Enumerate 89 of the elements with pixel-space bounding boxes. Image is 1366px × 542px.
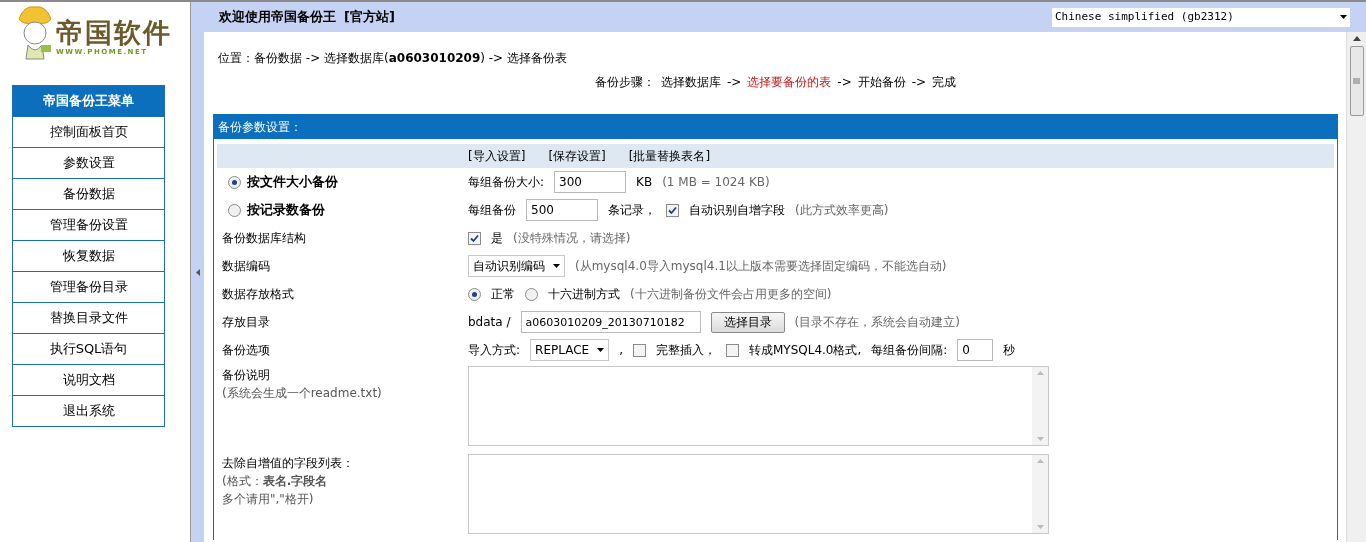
toolbar-link[interactable]: [批量替换表名] — [628, 147, 711, 165]
caret-icon — [553, 264, 560, 268]
field-label: 完整插入， — [655, 342, 716, 359]
step-item: 完成 — [932, 74, 957, 91]
field-label: 数据编码 — [222, 258, 271, 275]
field-hint: (系统会生成一个readme.txt) — [222, 385, 383, 402]
field-label: 每组备份 — [468, 202, 516, 219]
field-label: 是 — [491, 230, 503, 247]
radio-button[interactable] — [468, 287, 481, 301]
page-title: 欢迎使用帝国备份王 — [219, 8, 336, 27]
menu-item[interactable]: 控制面板首页 — [13, 116, 164, 147]
radio-button[interactable] — [525, 287, 538, 301]
checkbox[interactable] — [632, 343, 646, 357]
option-label: 按记录数备份 — [247, 201, 325, 220]
field-label: 存放目录 — [222, 314, 271, 331]
menu-title: 帝国备份王菜单 — [13, 86, 164, 116]
dropdown[interactable]: 自动识别编码 — [468, 255, 565, 277]
scrollbar[interactable] — [1032, 367, 1048, 445]
scroll-down-icon[interactable] — [1036, 437, 1044, 441]
page-scrollbar[interactable] — [1346, 32, 1366, 542]
field-label: 每组备份大小: — [468, 174, 545, 191]
toolbar-link[interactable]: [保存设置] — [548, 147, 606, 165]
checkbox[interactable] — [666, 203, 679, 217]
field-label: 条记录， — [608, 202, 656, 219]
menu-item[interactable]: 替换目录文件 — [13, 302, 164, 333]
option-label: 按文件大小备份 — [247, 173, 338, 192]
field-label: 导入方式: — [468, 342, 521, 359]
menu-item[interactable]: 退出系统 — [13, 395, 164, 426]
field-label: 转成MYSQL4.0格式, — [748, 342, 862, 359]
toolbar-link[interactable]: [导入设置] — [468, 147, 526, 165]
logo-title: 帝国软件 — [56, 18, 172, 48]
hint-text: (此方式效率更高) — [795, 202, 889, 219]
step-item: 选择要备份的表 — [747, 74, 832, 91]
field-label: 自动识别自增字段 — [689, 202, 785, 219]
steps-label: 备份步骤： — [594, 74, 655, 91]
choose-folder-button[interactable]: 选择目录 — [710, 311, 785, 333]
menu-item[interactable]: 执行SQL语句 — [13, 333, 164, 364]
dropdown[interactable]: REPLACE — [530, 339, 610, 361]
scrollbar[interactable] — [1032, 455, 1048, 533]
hint-text: (1 MB = 1024 KB) — [662, 174, 770, 191]
panel-title: 备份参数设置： — [214, 115, 1337, 139]
language-select[interactable]: Chinese simplified (gb2312) — [1052, 7, 1350, 27]
caret-icon — [1340, 15, 1347, 19]
checkbox[interactable] — [725, 343, 739, 357]
step-arrow: -> — [837, 74, 852, 91]
hint-text: (没特殊情况，请选择) — [513, 230, 631, 247]
menu-item[interactable]: 备份数据 — [13, 178, 164, 209]
field-hint: 多个请用","格开) — [222, 491, 315, 508]
radio-button[interactable] — [228, 175, 241, 189]
field-label: 去除自增值的字段列表： — [222, 455, 355, 472]
text-area[interactable] — [468, 454, 1049, 534]
step-arrow: -> — [726, 74, 742, 91]
field-label: , — [619, 342, 623, 359]
step-item: 选择数据库 — [660, 74, 721, 91]
menu-item[interactable]: 参数设置 — [13, 147, 164, 178]
menu-item[interactable]: 管理备份目录 — [13, 271, 164, 302]
input-field[interactable]: 500 — [526, 199, 598, 221]
field-label: 正常 — [491, 286, 515, 303]
field-label: 备份数据库结构 — [222, 230, 307, 247]
field-label: 十六进制方式 — [548, 286, 620, 303]
checkbox[interactable] — [468, 231, 481, 245]
breadcrumb: 位置：备份数据 -> 选择数据库(a0603010209) -> 选择备份表 — [218, 50, 568, 67]
field-label: 秒 — [1003, 342, 1016, 359]
scroll-down-icon[interactable] — [1036, 525, 1044, 529]
text-area[interactable] — [468, 366, 1049, 446]
hint-text: (目录不存在，系统会自动建立) — [794, 314, 960, 331]
input-field[interactable]: a0603010209_20130710182 — [520, 311, 701, 333]
field-label: 备份说明 — [222, 367, 271, 384]
caret-icon — [597, 348, 605, 352]
official-site-link[interactable]: [官方站] — [344, 7, 395, 27]
mascot-icon — [16, 5, 54, 63]
hint-text: (十六进制备份文件会占用更多的空间) — [630, 286, 832, 303]
input-field[interactable]: 300 — [554, 171, 627, 193]
field-label: 备份选项 — [222, 342, 271, 359]
field-hint: (格式：表名.字段名 — [222, 473, 329, 490]
menu-item[interactable]: 说明文档 — [13, 364, 164, 395]
scroll-up-icon[interactable] — [1352, 36, 1361, 41]
hint-text: (从mysql4.0导入mysql4.1以上版本需要选择固定编码，不能选自动) — [575, 258, 947, 275]
menu-item[interactable]: 恢复数据 — [13, 240, 164, 271]
field-label: bdata / — [468, 314, 511, 331]
field-label: KB — [636, 174, 653, 191]
radio-button[interactable] — [228, 203, 241, 217]
field-label: 数据存放格式 — [222, 286, 295, 303]
menu-item[interactable]: 管理备份设置 — [13, 209, 164, 240]
input-field[interactable]: 0 — [957, 339, 994, 361]
step-item: 开始备份 — [857, 74, 906, 91]
collapse-arrow-icon[interactable] — [195, 268, 200, 276]
field-label: 每组备份间隔: — [871, 342, 948, 359]
step-arrow: -> — [911, 74, 927, 91]
